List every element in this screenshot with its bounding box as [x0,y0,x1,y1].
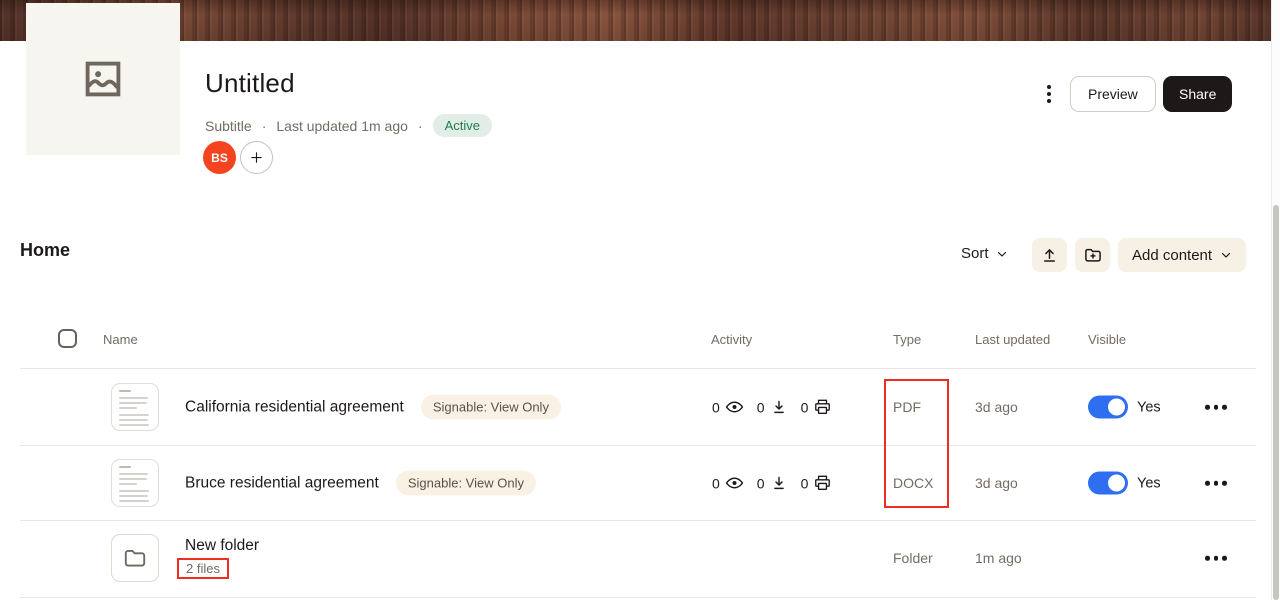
table-row-bruce-agreement[interactable]: Bruce residential agreement Signable: Vi… [0,445,1272,521]
status-badge: Active [433,114,492,137]
row-menu-button[interactable] [1205,550,1227,567]
add-content-label: Add content [1132,247,1212,264]
folder-thumbnail[interactable] [111,534,159,582]
upload-icon [1040,246,1059,265]
activity-stats: 0 0 0 [712,474,832,493]
file-count-annotated: 2 files [177,558,229,579]
docsend-space-page: Untitled Subtitle · Last updated 1m ago … [0,0,1280,600]
views-count: 0 [712,399,720,415]
column-header-visible[interactable]: Visible [1088,332,1126,347]
add-person-button[interactable] [240,141,273,174]
meta-row: Subtitle · Last updated 1m ago · Active [205,114,492,137]
last-updated-value: 1m ago [975,550,1022,566]
section-title-home: Home [20,240,70,261]
new-folder-button[interactable] [1075,238,1110,272]
download-icon [770,398,788,416]
preview-button[interactable]: Preview [1070,76,1156,112]
share-button[interactable]: Share [1163,76,1232,112]
column-header-type[interactable]: Type [893,332,921,347]
meta-dot: · [418,118,423,134]
avatar[interactable]: BS [203,141,236,174]
table-row-new-folder[interactable]: New folder 2 files Folder 1m ago [0,520,1272,596]
prints-count: 0 [801,399,809,415]
type-value: DOCX [893,475,933,491]
type-value: PDF [893,399,921,415]
document-thumbnail[interactable] [111,459,159,507]
chevron-down-icon [1220,249,1232,261]
sort-label: Sort [961,245,989,262]
divider [20,597,1256,598]
document-name[interactable]: Bruce residential agreement [185,474,379,492]
upload-button[interactable] [1032,238,1067,272]
downloads-count: 0 [757,475,765,491]
image-placeholder-icon [82,58,124,100]
plus-icon [249,150,264,165]
cover-thumbnail[interactable] [26,3,180,155]
activity-stats: 0 0 0 [712,398,832,417]
meta-dot: · [262,118,267,134]
add-content-button[interactable]: Add content [1118,238,1246,272]
views-count: 0 [712,475,720,491]
downloads-count: 0 [757,399,765,415]
subtitle-text[interactable]: Subtitle [205,118,252,134]
column-header-activity[interactable]: Activity [711,332,752,347]
folder-icon [122,545,148,571]
type-value: Folder [893,550,933,566]
visible-label: Yes [1137,399,1161,415]
signable-badge: Signable: View Only [396,471,536,496]
header-more-actions-button[interactable] [1039,82,1059,106]
visible-label: Yes [1137,475,1161,491]
sort-button[interactable]: Sort [961,245,1008,262]
signable-badge: Signable: View Only [421,395,561,420]
column-header-name[interactable]: Name [103,332,138,347]
document-thumbnail[interactable] [111,383,159,431]
wood-banner-image [0,0,1272,41]
last-updated-value: 3d ago [975,475,1018,491]
last-updated-value: 3d ago [975,399,1018,415]
printer-icon [813,474,832,493]
eye-icon [725,398,744,417]
select-all-checkbox[interactable] [58,329,77,348]
scrollbar-track[interactable] [1271,0,1280,600]
printer-icon [813,398,832,417]
visible-toggle[interactable] [1088,472,1128,495]
avatar-row: BS [203,141,273,174]
folder-name[interactable]: New folder [185,537,259,555]
last-updated-text: Last updated 1m ago [276,118,408,134]
visible-toggle[interactable] [1088,396,1128,419]
page-title: Untitled [205,68,295,99]
document-name[interactable]: California residential agreement [185,398,404,416]
folder-plus-icon [1083,245,1103,265]
table-row-california-agreement[interactable]: California residential agreement Signabl… [0,369,1272,445]
eye-icon [725,474,744,493]
row-menu-button[interactable] [1205,399,1227,416]
download-icon [770,474,788,492]
prints-count: 0 [801,475,809,491]
row-menu-button[interactable] [1205,475,1227,492]
scrollbar-thumb[interactable] [1273,205,1279,600]
column-header-last-updated[interactable]: Last updated [975,332,1050,347]
chevron-down-icon [996,248,1008,260]
